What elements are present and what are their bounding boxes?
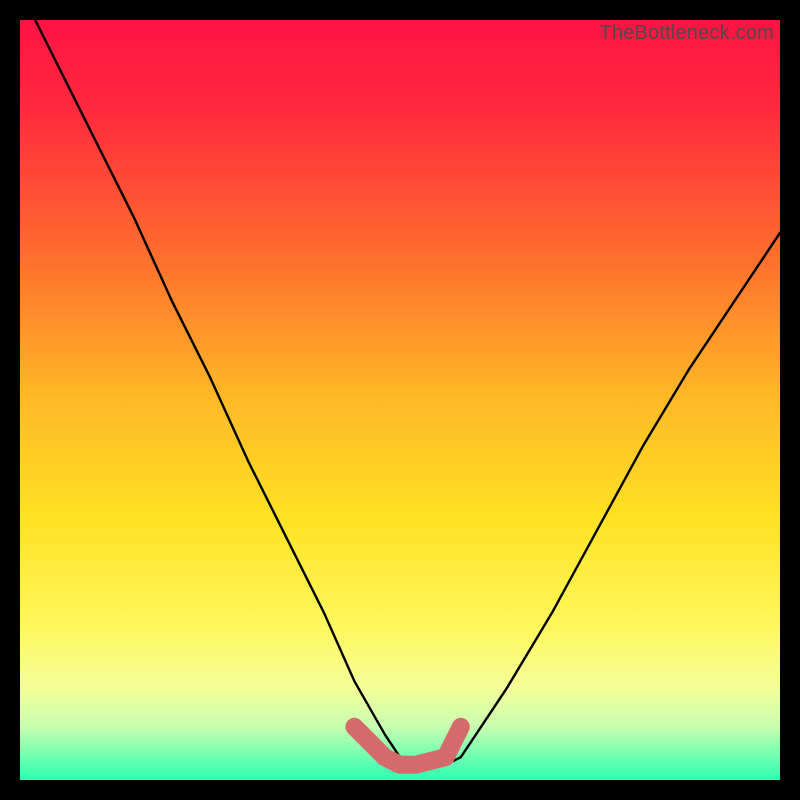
- chart-frame: TheBottleneck.com: [20, 20, 780, 780]
- bottleneck-chart: [20, 20, 780, 780]
- heat-gradient-background: [20, 20, 780, 780]
